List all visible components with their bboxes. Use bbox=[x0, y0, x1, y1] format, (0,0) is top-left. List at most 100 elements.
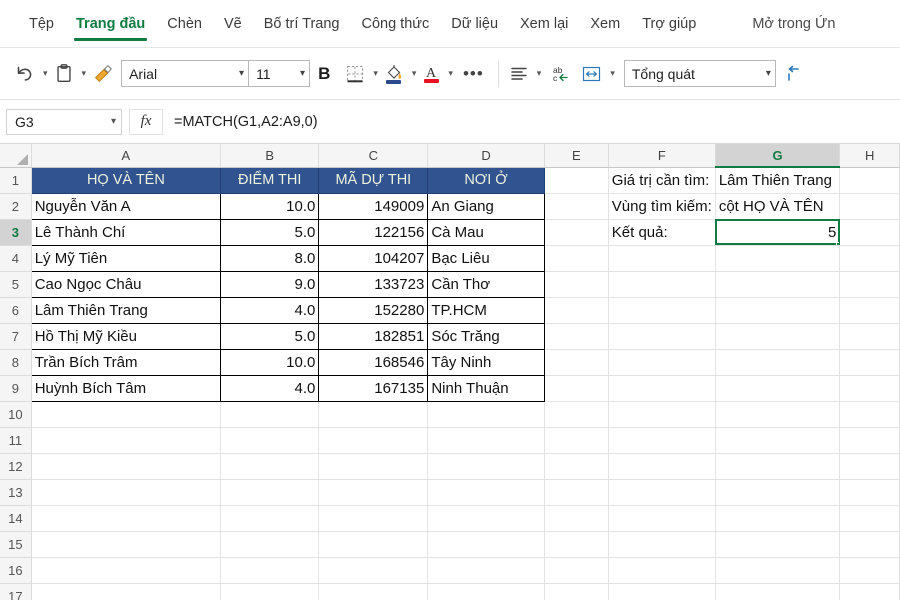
cell-h3[interactable] bbox=[839, 219, 900, 246]
ribbon-tab-view[interactable]: Xem bbox=[579, 0, 631, 48]
bold-button[interactable]: B bbox=[310, 58, 338, 90]
cell-f14[interactable] bbox=[608, 505, 716, 532]
row-header-12[interactable]: 12 bbox=[0, 453, 32, 480]
row-header-2[interactable]: 2 bbox=[0, 193, 32, 220]
cell-a6[interactable]: Lâm Thiên Trang bbox=[30, 297, 222, 324]
clipboard-icon[interactable] bbox=[51, 58, 77, 90]
cell-f16[interactable] bbox=[608, 557, 716, 584]
cell-f15[interactable] bbox=[608, 531, 716, 558]
column-header-b[interactable]: B bbox=[220, 144, 320, 168]
cell-e11[interactable] bbox=[544, 427, 609, 454]
cell-a17[interactable] bbox=[31, 583, 222, 600]
cell-e9[interactable] bbox=[544, 375, 609, 402]
cell-g3[interactable]: 5 bbox=[715, 219, 841, 246]
cell-c17[interactable] bbox=[318, 583, 429, 600]
cell-g14[interactable] bbox=[715, 505, 841, 532]
cell-b11[interactable] bbox=[220, 427, 320, 454]
table-header-cell[interactable]: MÃ DỰ THI bbox=[318, 166, 429, 194]
cell-f3[interactable]: Kết quả: bbox=[608, 219, 716, 246]
ribbon-tab-data[interactable]: Dữ liệu bbox=[440, 0, 509, 48]
cell-e13[interactable] bbox=[544, 479, 609, 506]
cell-d9[interactable]: Ninh Thuận bbox=[427, 375, 545, 402]
blue-arrow-icon[interactable] bbox=[782, 58, 806, 90]
cell-g6[interactable] bbox=[715, 297, 841, 324]
table-header-cell[interactable]: HỌ VÀ TÊN bbox=[30, 166, 222, 194]
open-in-app-button[interactable]: Mở trong Ứn bbox=[741, 0, 846, 48]
undo-icon[interactable] bbox=[10, 58, 38, 90]
cell-c10[interactable] bbox=[318, 401, 429, 428]
row-header-13[interactable]: 13 bbox=[0, 479, 32, 506]
cell-b8[interactable]: 10.0 bbox=[220, 349, 320, 376]
cell-f12[interactable] bbox=[608, 453, 716, 480]
cell-h12[interactable] bbox=[839, 453, 900, 480]
cell-a2[interactable]: Nguyễn Văn A bbox=[30, 193, 222, 220]
fill-color-icon[interactable] bbox=[381, 58, 407, 90]
cell-d10[interactable] bbox=[427, 401, 545, 428]
font-color-icon[interactable]: A bbox=[419, 58, 443, 90]
cell-c11[interactable] bbox=[318, 427, 429, 454]
column-header-e[interactable]: E bbox=[544, 144, 609, 168]
cell-c15[interactable] bbox=[318, 531, 429, 558]
cell-b3[interactable]: 5.0 bbox=[220, 219, 320, 246]
cell-h9[interactable] bbox=[839, 375, 900, 402]
ribbon-tab-file[interactable]: Tệp bbox=[18, 0, 65, 48]
cell-f8[interactable] bbox=[608, 349, 716, 376]
cell-e1[interactable] bbox=[544, 167, 609, 194]
cell-e12[interactable] bbox=[544, 453, 609, 480]
ribbon-tab-layout[interactable]: Bố trí Trang bbox=[253, 0, 351, 48]
cell-g16[interactable] bbox=[715, 557, 841, 584]
cell-h7[interactable] bbox=[839, 323, 900, 350]
cell-d3[interactable]: Cà Mau bbox=[427, 219, 545, 246]
cell-d11[interactable] bbox=[427, 427, 545, 454]
font-color-dropdown-icon[interactable]: ▾ bbox=[445, 69, 456, 78]
cell-h11[interactable] bbox=[839, 427, 900, 454]
cell-b12[interactable] bbox=[220, 453, 320, 480]
cell-g8[interactable] bbox=[715, 349, 841, 376]
cell-b5[interactable]: 9.0 bbox=[220, 271, 320, 298]
cell-f10[interactable] bbox=[608, 401, 716, 428]
borders-dropdown-icon[interactable]: ▾ bbox=[370, 69, 381, 78]
cell-b14[interactable] bbox=[220, 505, 320, 532]
cell-f13[interactable] bbox=[608, 479, 716, 506]
cell-b10[interactable] bbox=[220, 401, 320, 428]
cell-f7[interactable] bbox=[608, 323, 716, 350]
cell-h4[interactable] bbox=[839, 245, 900, 272]
column-header-c[interactable]: C bbox=[318, 144, 429, 168]
cell-c14[interactable] bbox=[318, 505, 429, 532]
cell-g9[interactable] bbox=[715, 375, 841, 402]
cell-e6[interactable] bbox=[544, 297, 609, 324]
cell-g12[interactable] bbox=[715, 453, 841, 480]
column-header-g[interactable]: G bbox=[715, 144, 841, 168]
ribbon-tab-formulas[interactable]: Công thức bbox=[350, 0, 440, 48]
cell-e2[interactable] bbox=[544, 193, 609, 220]
cell-g10[interactable] bbox=[715, 401, 841, 428]
cell-g2[interactable]: cột HỌ VÀ TÊN bbox=[715, 193, 841, 220]
cell-c9[interactable]: 167135 bbox=[318, 375, 429, 402]
cell-f9[interactable] bbox=[608, 375, 716, 402]
cell-h5[interactable] bbox=[839, 271, 900, 298]
table-header-cell[interactable]: NƠI Ở bbox=[427, 166, 545, 194]
fill-handle[interactable] bbox=[836, 241, 839, 244]
row-header-7[interactable]: 7 bbox=[0, 323, 32, 350]
row-header-8[interactable]: 8 bbox=[0, 349, 32, 376]
insert-function-button[interactable]: fx bbox=[129, 108, 163, 135]
cell-a4[interactable]: Lý Mỹ Tiên bbox=[30, 245, 222, 272]
row-header-1[interactable]: 1 bbox=[0, 167, 32, 194]
cell-e17[interactable] bbox=[544, 583, 609, 600]
row-header-15[interactable]: 15 bbox=[0, 531, 32, 558]
column-header-h[interactable]: H bbox=[839, 144, 900, 168]
column-header-d[interactable]: D bbox=[427, 144, 545, 168]
cell-e10[interactable] bbox=[544, 401, 609, 428]
cell-h8[interactable] bbox=[839, 349, 900, 376]
cell-a3[interactable]: Lê Thành Chí bbox=[30, 219, 222, 246]
cell-b16[interactable] bbox=[220, 557, 320, 584]
cell-h10[interactable] bbox=[839, 401, 900, 428]
row-header-6[interactable]: 6 bbox=[0, 297, 32, 324]
cell-d16[interactable] bbox=[427, 557, 545, 584]
row-header-16[interactable]: 16 bbox=[0, 557, 32, 584]
cell-a5[interactable]: Cao Ngọc Châu bbox=[30, 271, 222, 298]
wrap-text-icon[interactable]: ab c bbox=[544, 58, 578, 90]
cell-g7[interactable] bbox=[715, 323, 841, 350]
fill-color-dropdown-icon[interactable]: ▾ bbox=[409, 69, 420, 78]
cell-a16[interactable] bbox=[31, 557, 222, 584]
